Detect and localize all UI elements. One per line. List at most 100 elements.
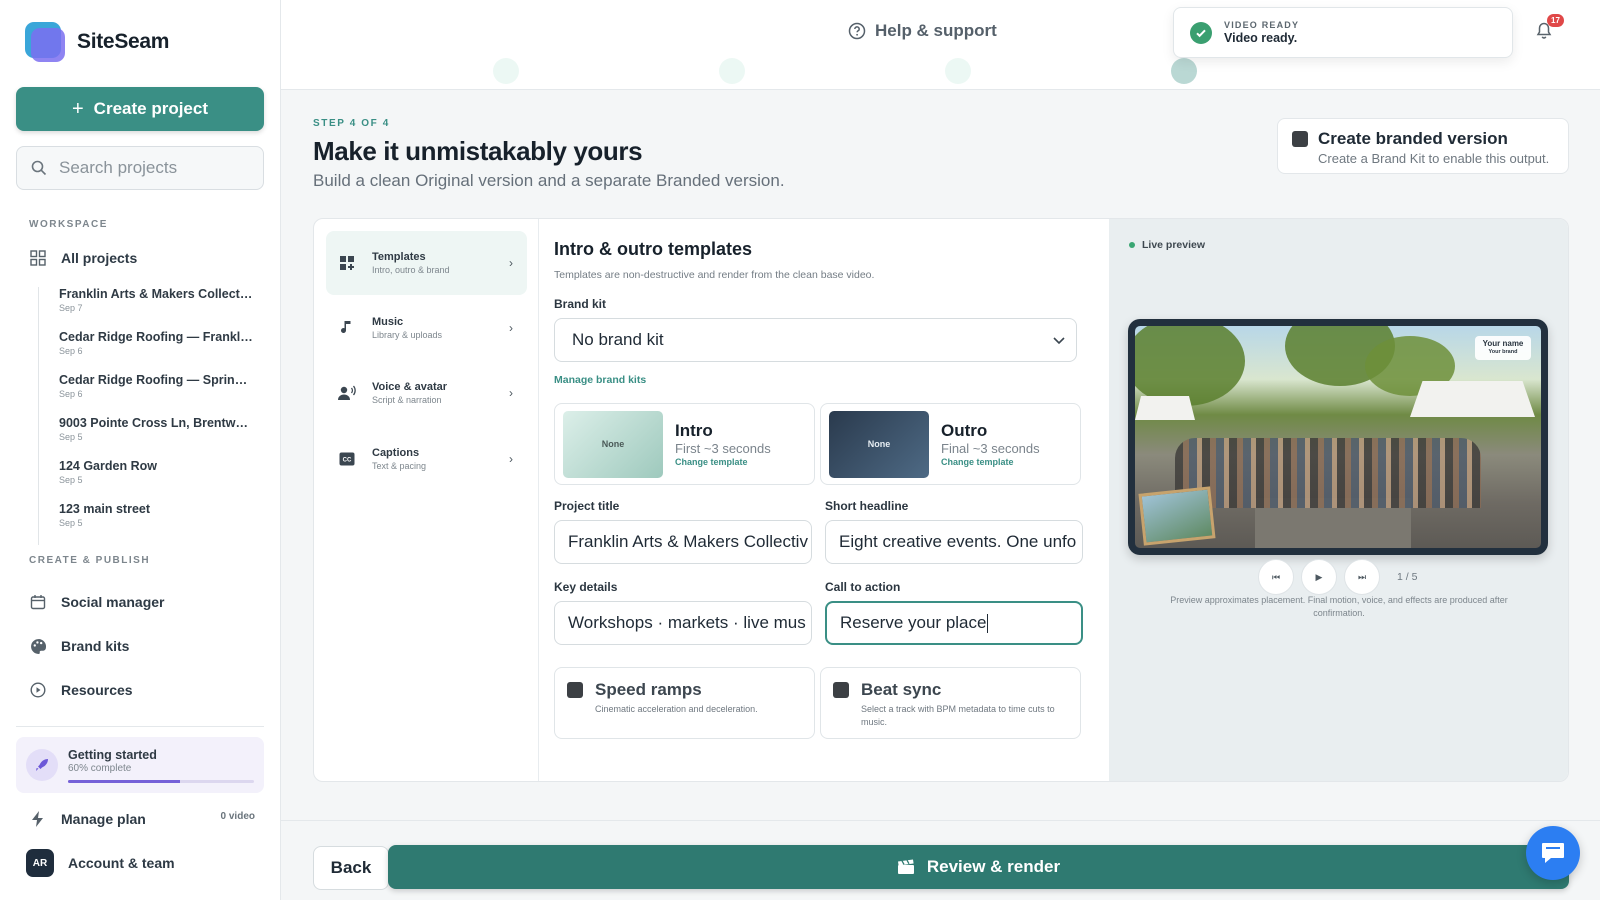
beat-sync-checkbox[interactable] [833, 682, 849, 698]
chevron-right-icon: › [509, 452, 513, 466]
project-item[interactable]: Cedar Ridge Roofing — Spring R... Sep 6 [59, 373, 254, 416]
project-name: Cedar Ridge Roofing — Spring R... [59, 373, 254, 387]
notification-count-badge: 17 [1547, 14, 1564, 27]
sidebar-divider [16, 726, 264, 727]
project-date: Sep 5 [59, 432, 83, 442]
help-support-link[interactable]: Help & support [848, 21, 997, 41]
brand-chip-name: Your name [1482, 339, 1524, 348]
project-item[interactable]: 124 Garden Row Sep 5 [59, 459, 254, 502]
preview-controls: ⏮ ▶ ⏭ 1 / 5 [1258, 559, 1417, 595]
short-headline-label: Short headline [825, 499, 909, 513]
tab-music[interactable]: Music Library & uploads › [326, 296, 527, 360]
nav-all-projects[interactable]: All projects [29, 249, 137, 267]
tab-voice-avatar[interactable]: Voice & avatar Script & narration › [326, 361, 527, 425]
nav-social-manager[interactable]: Social manager [29, 593, 165, 611]
skip-forward-button[interactable]: ⏭ [1344, 559, 1380, 595]
project-item[interactable]: Cedar Ridge Roofing — Franklin ... Sep 6 [59, 330, 254, 373]
create-project-button[interactable]: + Create project [16, 87, 264, 131]
plan-badge: 0 video [220, 811, 255, 822]
preview-video-frame[interactable]: Your name Your brand [1135, 326, 1541, 548]
intro-template-card[interactable]: None Intro First ~3 seconds Change templ… [554, 403, 815, 485]
intro-thumbnail: None [563, 410, 663, 478]
step-dot [945, 58, 971, 84]
templates-icon [338, 254, 356, 272]
app-logo[interactable]: SiteSeam [25, 22, 169, 62]
play-circle-icon [29, 681, 47, 699]
outro-template-card[interactable]: None Outro Final ~3 seconds Change templ… [820, 403, 1081, 485]
crowd [1175, 438, 1481, 508]
chevron-right-icon: › [509, 256, 513, 270]
short-headline-input[interactable]: Eight creative events. One unfo [825, 520, 1083, 564]
play-button[interactable]: ▶ [1301, 559, 1337, 595]
nav-brand-kits[interactable]: Brand kits [29, 637, 129, 655]
nav-manage-plan[interactable]: Manage plan [29, 810, 146, 828]
step-indicator-active [1171, 58, 1197, 84]
outro-thumbnail: None [829, 410, 929, 478]
page-title: Make it unmistakably yours [313, 136, 643, 166]
nav-resources-label: Resources [61, 682, 133, 698]
manage-brand-kits-link[interactable]: Manage brand kits [554, 374, 646, 386]
create-branded-version-toggle[interactable]: Create branded version Create a Brand Ki… [1277, 118, 1569, 174]
tab-templates[interactable]: Templates Intro, outro & brand › [326, 231, 527, 295]
captions-icon: CC [338, 450, 356, 468]
skip-back-button[interactable]: ⏮ [1258, 559, 1294, 595]
getting-started-card[interactable]: Getting started 60% complete [16, 737, 264, 793]
getting-started-progress-fill [68, 779, 180, 783]
manage-plan-label: Manage plan [61, 811, 146, 827]
project-title-input[interactable]: Franklin Arts & Makers Collectiv [554, 520, 812, 564]
tab-subtitle: Text & pacing [372, 461, 427, 471]
form-description: Templates are non-destructive and render… [554, 269, 875, 281]
step-indicator [493, 58, 519, 84]
call-to-action-label: Call to action [825, 580, 901, 594]
speed-ramps-subtitle: Cinematic acceleration and deceleration. [595, 704, 758, 714]
outro-name: Outro [941, 421, 988, 440]
speed-ramps-option[interactable]: Speed ramps Cinematic acceleration and d… [554, 667, 815, 739]
review-render-label: Review & render [926, 857, 1061, 876]
project-date: Sep 6 [59, 346, 83, 356]
project-name: 123 main street [59, 502, 151, 516]
palette-icon [29, 637, 47, 655]
speed-ramps-checkbox[interactable] [567, 682, 583, 698]
nav-resources[interactable]: Resources [29, 681, 133, 699]
branded-title: Create branded version [1318, 129, 1508, 148]
call-to-action-input[interactable]: Reserve your place [825, 601, 1083, 645]
tab-captions[interactable]: CC Captions Text & pacing › [326, 427, 527, 491]
tab-subtitle: Script & narration [372, 395, 442, 405]
branded-checkbox[interactable] [1292, 131, 1308, 147]
plus-icon: + [71, 97, 84, 120]
painting-canvas [1138, 486, 1216, 546]
review-render-button[interactable]: Review & render [388, 845, 1569, 889]
outro-change-template-link[interactable]: Change template [941, 457, 1040, 467]
intro-change-template-link[interactable]: Change template [675, 457, 771, 467]
getting-started-progress-bar [68, 779, 254, 783]
templates-form: Intro & outro templates Templates are no… [554, 219, 1094, 781]
toast-kicker: VIDEO READY [1224, 20, 1300, 30]
brand-kit-value: No brand kit [572, 330, 664, 349]
svg-text:CC: CC [343, 458, 352, 464]
nav-account-team[interactable]: AR Account & team [26, 849, 175, 877]
notifications-button[interactable]: 17 [1536, 14, 1564, 45]
slide-counter: 1 / 5 [1397, 571, 1418, 583]
skip-forward-icon: ⏭ [1357, 571, 1367, 582]
avatar: AR [26, 849, 54, 877]
step-dot [493, 58, 519, 84]
beat-sync-option[interactable]: Beat sync Select a track with BPM metada… [820, 667, 1081, 739]
project-item[interactable]: 123 main street Sep 5 [59, 502, 254, 545]
key-details-input[interactable]: Workshops · markets · live mus [554, 601, 812, 645]
text-cursor [987, 613, 989, 633]
back-button[interactable]: Back [313, 846, 389, 890]
search-icon [31, 160, 47, 176]
workspace-label: WORKSPACE [29, 219, 108, 230]
project-name: Franklin Arts & Makers Collectiv... [59, 287, 254, 301]
speed-ramps-title: Speed ramps [595, 680, 702, 699]
key-details-label: Key details [554, 580, 618, 594]
nav-all-projects-label: All projects [61, 250, 138, 266]
project-item[interactable]: Franklin Arts & Makers Collectiv... Sep 7 [59, 287, 254, 330]
brand-overlay-chip: Your name Your brand [1475, 336, 1531, 360]
getting-started-progress-text: 60% complete [68, 762, 132, 774]
brand-kit-select[interactable]: No brand kit [554, 318, 1077, 362]
search-input[interactable] [59, 158, 249, 178]
project-item[interactable]: 9003 Pointe Cross Ln, Brentwoo... Sep 5 [59, 416, 254, 459]
chat-support-button[interactable] [1526, 826, 1580, 880]
live-preview-label: Live preview [1129, 239, 1205, 251]
